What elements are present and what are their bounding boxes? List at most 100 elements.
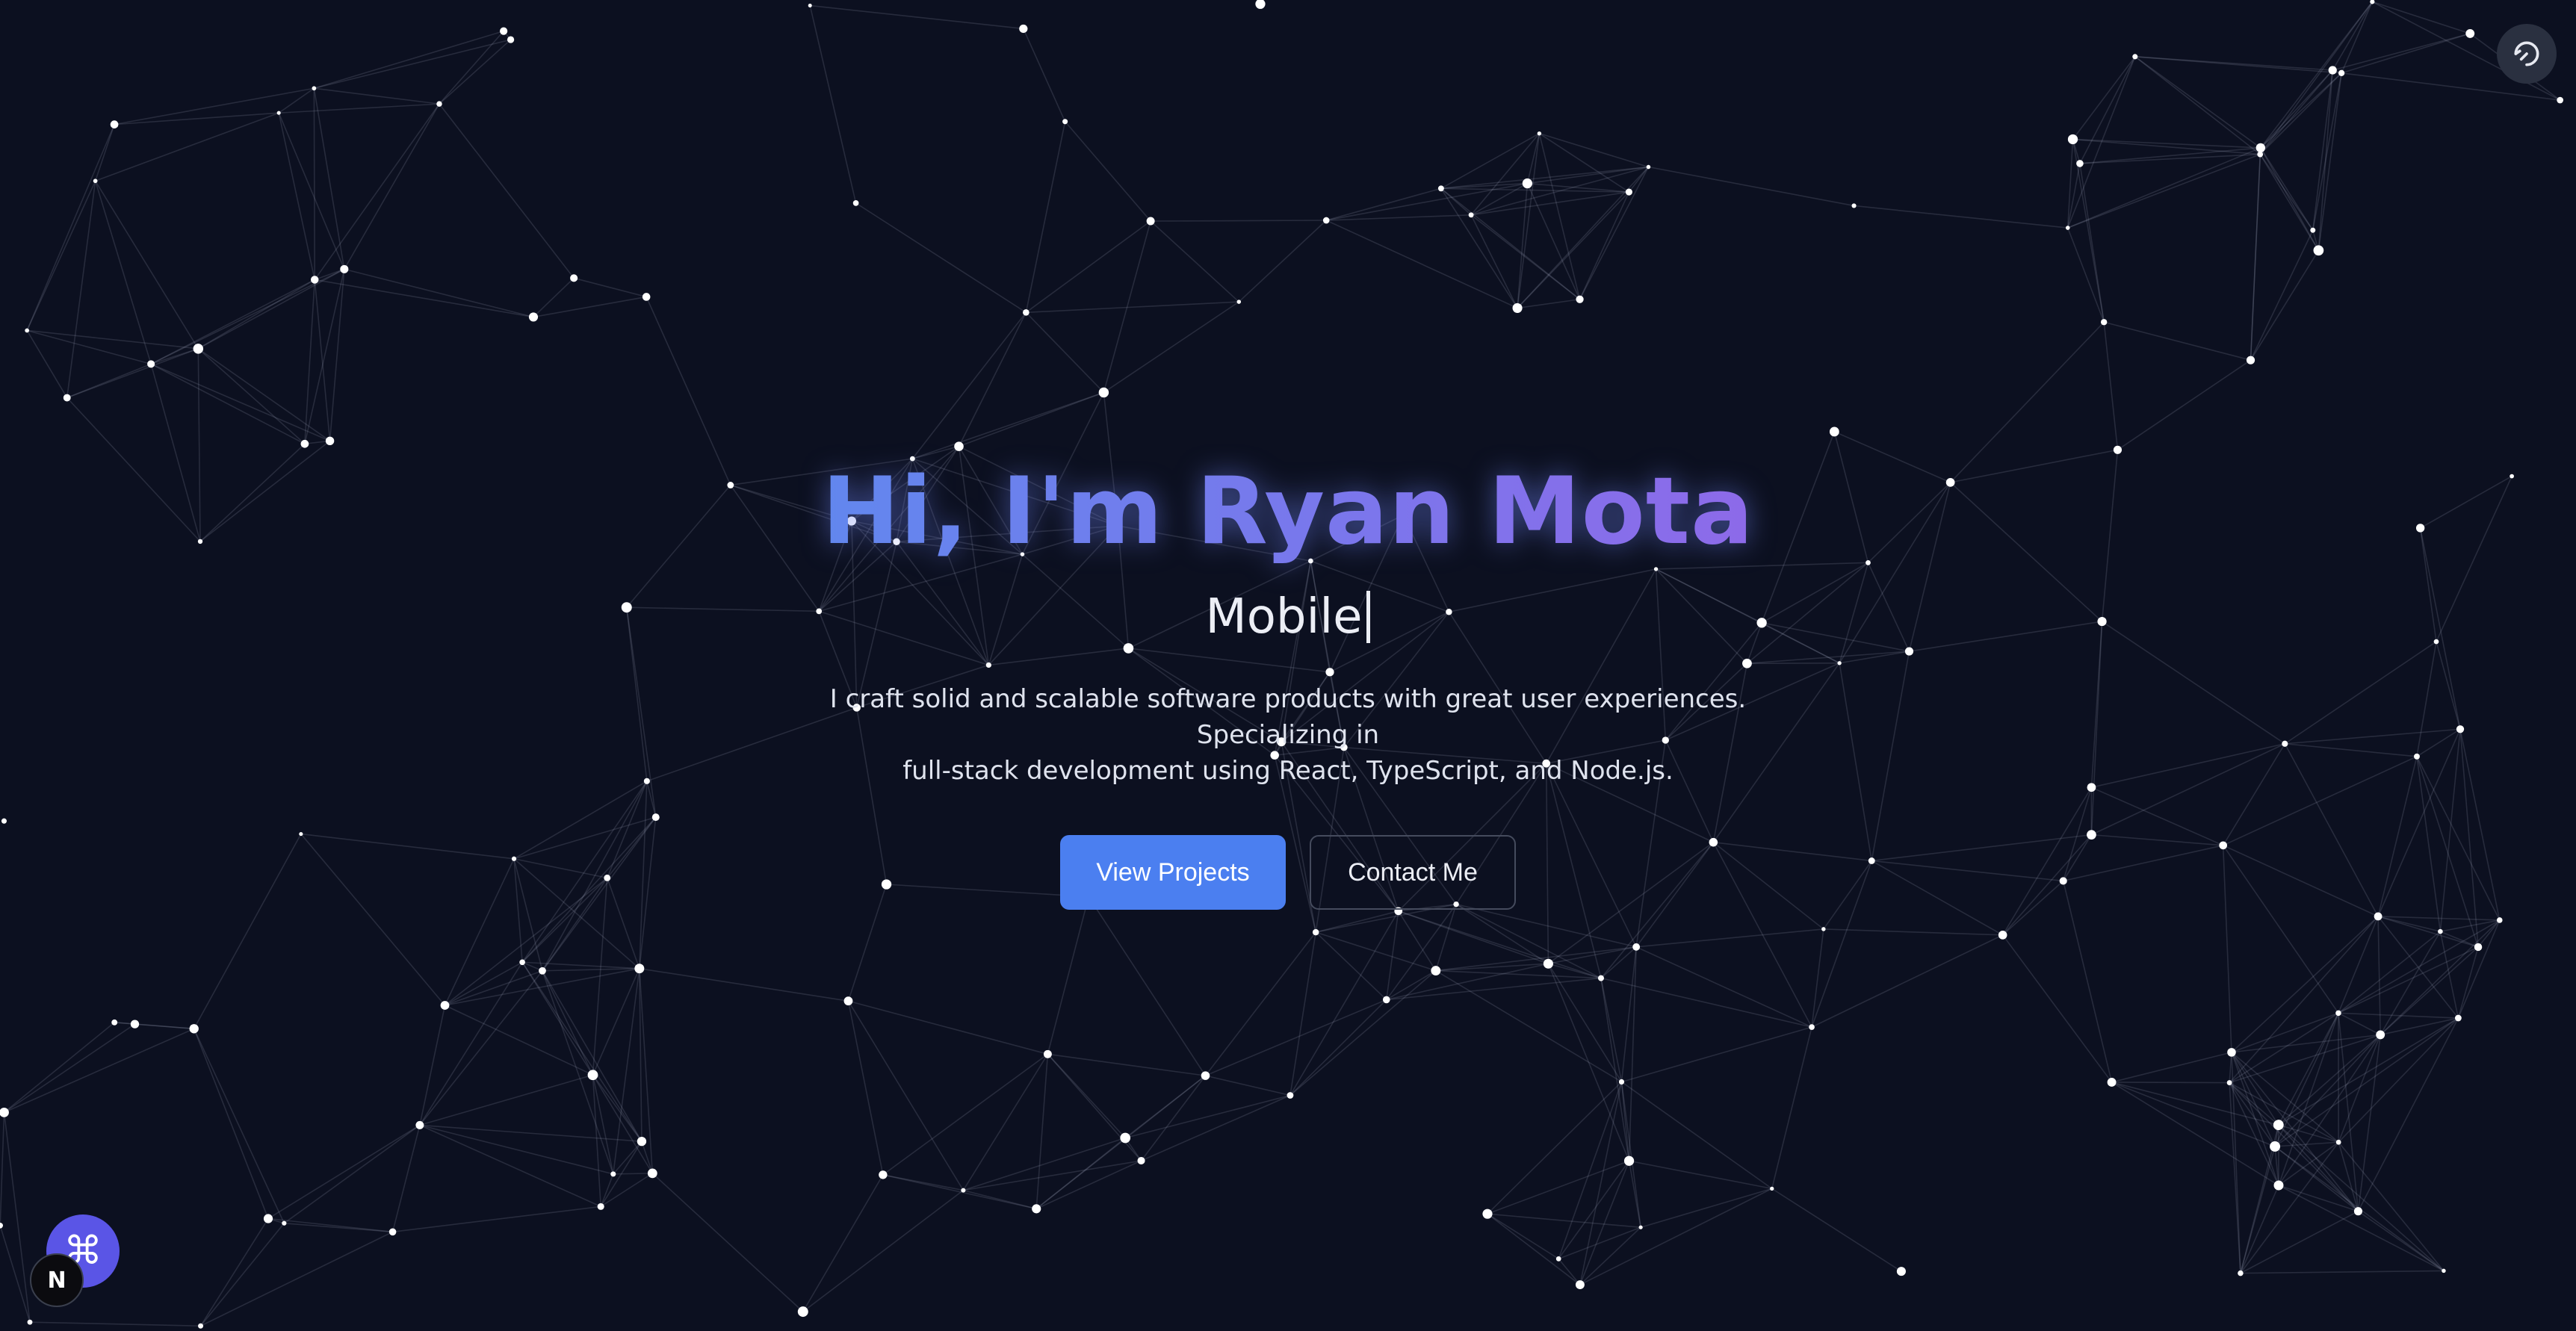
network-link [1771,1188,1902,1272]
network-link [2338,916,2379,1014]
network-link [2259,154,2314,231]
restore-button[interactable] [2497,24,2557,84]
network-node [436,101,442,107]
network-link [1621,1026,1812,1083]
network-link [193,1028,285,1224]
network-link [439,39,512,105]
network-link [314,279,331,441]
network-link [1558,1258,1581,1285]
network-node [1236,300,1242,304]
network-link [2457,919,2501,1019]
network-link [1435,946,1637,972]
network-link [2079,56,2136,164]
network-node [1120,1132,1131,1144]
network-node [2335,1010,2341,1017]
network-link [114,112,279,125]
network-link [419,1124,601,1208]
network-link [1026,301,1239,314]
network-node [1576,295,1584,303]
network-node [147,360,155,368]
network-node [1522,178,1533,189]
network-node [1597,975,1604,981]
network-node [2496,917,2503,923]
network-node [1255,0,1266,9]
network-link [1047,1053,1206,1076]
network-node [2310,227,2316,233]
network-link [639,967,849,1002]
network-node [1032,1204,1041,1214]
network-link [314,39,511,90]
network-link [1579,1082,1623,1285]
network-link [1205,1075,1291,1096]
nextjs-badge[interactable]: N [30,1253,84,1307]
network-link [1558,1160,1630,1259]
network-link [1023,28,1066,122]
network-link [802,1189,964,1312]
network-node [1043,1049,1052,1058]
network-node [1555,1256,1561,1262]
network-node [2227,1048,2236,1057]
network-link [314,30,504,89]
network-link [1151,220,1327,222]
network-link [2067,153,2261,229]
network-link [94,181,152,364]
description-line-2: full-stack development using React, Type… [902,756,1674,786]
network-link [2067,147,2261,229]
network-link [2240,1270,2444,1274]
network-link [542,967,640,972]
network-link [314,103,440,280]
network-link [26,124,115,331]
network-node [1770,1186,1774,1191]
network-node [1625,188,1632,196]
network-link [2231,1052,2279,1126]
network-node [1809,1024,1815,1030]
network-node [1638,1225,1643,1229]
network-node [1287,1092,1294,1099]
typing-word: Mobile [1205,589,1363,645]
network-link [1636,928,1824,948]
network-link [2229,1052,2232,1083]
network-link [304,269,345,444]
network-link [0,1225,31,1323]
network-link [197,279,315,350]
network-link [279,103,440,114]
network-node [1632,943,1641,951]
hero-title: Hi, I'm Ryan Mota [822,448,1753,575]
network-link [26,330,68,398]
network-link [1621,1081,1773,1190]
network-link [1088,896,1207,1076]
network-node [879,1170,888,1179]
network-node [610,1171,616,1177]
network-node [2273,1120,2284,1131]
contact-me-button[interactable]: Contact Me [1310,835,1516,910]
network-link [847,1000,965,1191]
network-node [507,36,515,43]
network-node [93,179,98,184]
network-link [419,1074,593,1126]
network-node [2238,1270,2244,1276]
network-link [1470,191,1629,216]
network-node [110,120,119,128]
network-link [2338,1017,2459,1143]
network-link [2440,931,2479,948]
network-link [1025,220,1151,313]
network-link [1487,1213,1559,1259]
network-link [3,1022,115,1113]
network-node [1482,1209,1493,1219]
network-link [855,202,1027,313]
network-link [66,348,199,399]
network-node [1146,217,1155,226]
network-link [1854,205,2068,229]
typing-caret [1366,591,1371,643]
network-node [1137,1156,1145,1165]
description-line-1: I craft solid and scalable software prod… [829,684,1747,750]
network-link [2250,249,2320,361]
network-link [542,970,594,1076]
network-link [613,1173,653,1175]
network-link [2229,1082,2241,1273]
network-node [642,293,651,301]
network-node [388,1228,397,1236]
network-link [439,103,575,279]
view-projects-button[interactable]: View Projects [1060,835,1286,910]
network-node [263,1214,273,1223]
